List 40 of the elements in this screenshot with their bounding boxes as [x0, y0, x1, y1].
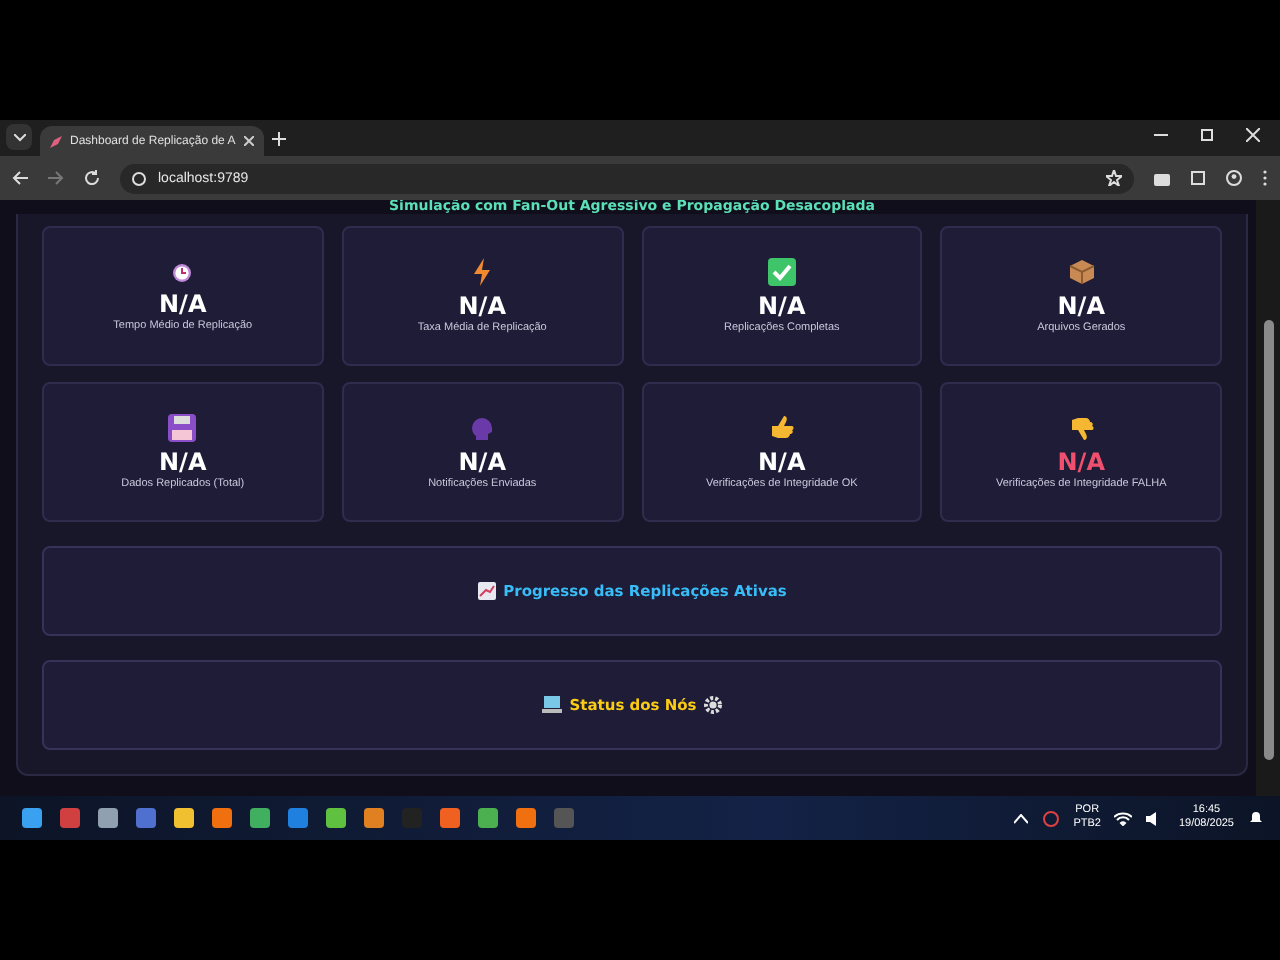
app-icon[interactable] [324, 806, 348, 830]
profile-icon [1226, 170, 1242, 186]
chevron-down-icon [13, 133, 25, 141]
thumbs-down-icon [1067, 414, 1096, 442]
scrollbar[interactable] [1256, 200, 1280, 796]
forward-arrow-icon [48, 170, 64, 186]
plus-icon [271, 131, 286, 145]
restore-icon [1200, 127, 1214, 141]
metric-value: N/A [1057, 292, 1105, 320]
close-icon [1246, 127, 1260, 141]
thumbs-up-icon [767, 414, 796, 442]
app-icon[interactable] [58, 806, 82, 830]
metric-value: N/A [1057, 448, 1105, 476]
metric-value: N/A [159, 448, 207, 476]
laptop-icon [541, 696, 562, 714]
metric-value: N/A [458, 292, 506, 320]
chevron-up-icon[interactable] [1013, 813, 1028, 823]
speaking-head-icon [468, 414, 497, 442]
app-icon[interactable] [362, 806, 386, 830]
back-arrow-icon [12, 170, 28, 186]
metric-value: N/A [458, 448, 506, 476]
gear-icon [704, 696, 723, 714]
lightning-icon [470, 258, 495, 286]
check-mark-icon [767, 258, 796, 286]
tab-list-button[interactable] [6, 124, 32, 150]
metric-value: N/A [159, 290, 207, 318]
bell-icon[interactable] [1248, 810, 1264, 826]
box-icon [1067, 258, 1096, 286]
metric-value: N/A [758, 292, 806, 320]
metric-value: N/A [758, 448, 806, 476]
wifi-icon[interactable] [1114, 811, 1133, 825]
chart-icon [477, 582, 496, 600]
app-icon[interactable] [248, 806, 272, 830]
star-icon [1106, 170, 1122, 186]
app-icon[interactable] [1041, 809, 1060, 827]
menu-icon [1262, 170, 1268, 186]
app-icon[interactable] [286, 806, 310, 830]
reload-icon [84, 170, 100, 186]
close-icon [243, 136, 254, 146]
alarm-clock-icon [170, 260, 195, 284]
